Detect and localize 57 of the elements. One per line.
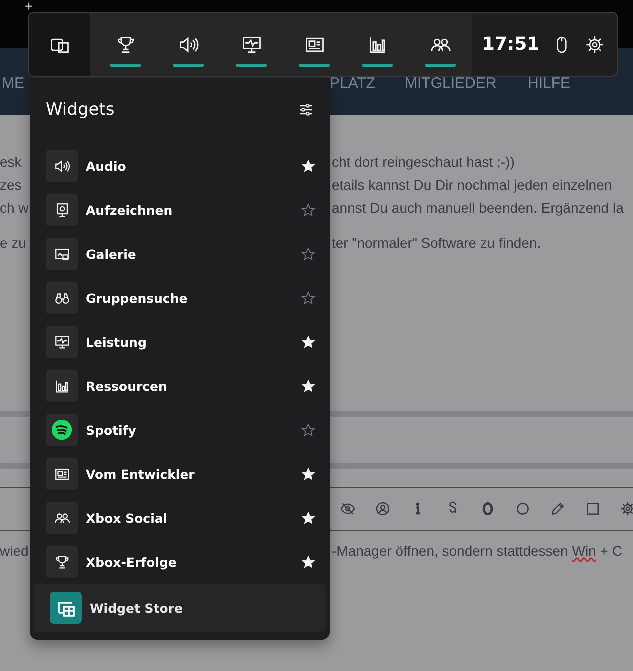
favorite-star-icon[interactable] <box>301 554 316 570</box>
people-icon <box>46 502 78 534</box>
article-text: ch w <box>0 200 30 216</box>
newspaper-icon <box>46 458 78 490</box>
eye-slash-icon[interactable] <box>340 501 356 517</box>
nav-link[interactable]: ME <box>2 75 24 92</box>
trophy-icon <box>46 546 78 578</box>
square-icon[interactable] <box>585 501 601 517</box>
letter-o-icon[interactable] <box>480 501 496 517</box>
favorite-star-icon[interactable] <box>301 466 316 482</box>
widget-list-item[interactable]: Vom Entwickler <box>86 466 301 482</box>
favorite-star-icon[interactable] <box>301 290 316 306</box>
speaker-icon <box>46 150 78 182</box>
editor-text: -Manager öffnen, sondern stattdessen Win + C <box>332 543 622 559</box>
article-text: zes <box>0 176 23 192</box>
widget-menu-button[interactable] <box>29 13 90 76</box>
favorite-star-icon[interactable] <box>301 202 316 218</box>
binoculars-icon <box>46 282 78 314</box>
article-text: annst Du auch manuell beenden. Ergänzend la <box>332 200 624 216</box>
widget-list-item[interactable]: Gruppensuche <box>86 290 301 306</box>
favorite-star-icon[interactable] <box>301 422 316 438</box>
article-text: esk <box>0 154 23 170</box>
widget-list-item[interactable]: Galerie <box>86 246 301 262</box>
article-text: etails kannst Du Dir nochmal jeden einzelnen <box>332 176 612 192</box>
widget-list-item[interactable]: Ressourcen <box>86 378 301 394</box>
widget-list-item[interactable]: Audio <box>86 158 301 174</box>
pencil-icon[interactable] <box>550 501 566 517</box>
favorite-star-icon[interactable] <box>301 510 316 526</box>
widget-store-link[interactable]: Widget Store <box>90 600 183 616</box>
widget-list-item[interactable]: Spotify <box>86 422 301 438</box>
sliders-icon[interactable] <box>298 102 314 118</box>
panel-title: Widgets <box>46 100 115 120</box>
new-tab-button[interactable]: + <box>25 0 35 12</box>
nav-link[interactable]: HILFE <box>528 75 571 92</box>
favorite-star-icon[interactable] <box>301 334 316 350</box>
picture-icon <box>46 238 78 270</box>
widget-store-icon[interactable] <box>50 592 82 624</box>
camera-icon <box>46 194 78 226</box>
article-text: e zu <box>0 234 28 250</box>
circle-icon[interactable] <box>515 501 531 517</box>
widget-list-item[interactable]: Aufzeichnen <box>86 202 301 218</box>
widget-list-item[interactable]: Leistung <box>86 334 301 350</box>
clock-time: 17:51 <box>482 34 540 55</box>
monitor-icon <box>46 326 78 358</box>
widget-list-item[interactable]: Xbox Social <box>86 510 301 526</box>
editor-text: wied <box>0 543 30 559</box>
article-text: cht dort reingeschaut hast ;-)) <box>332 154 515 170</box>
nav-link[interactable]: MITGLIEDER <box>405 75 497 92</box>
article-text: ter "normaler" Software zu finden. <box>332 234 542 250</box>
favorite-star-icon[interactable] <box>301 378 316 394</box>
nav-link[interactable]: PLATZ <box>330 75 376 92</box>
user-circle-icon[interactable] <box>375 501 391 517</box>
bar-chart-icon <box>46 370 78 402</box>
favorite-star-icon[interactable] <box>301 158 316 174</box>
favorite-star-icon[interactable] <box>301 246 316 262</box>
sound-waves-logo-icon <box>46 414 78 446</box>
widget-list-item[interactable]: Xbox-Erfolge <box>86 554 301 570</box>
